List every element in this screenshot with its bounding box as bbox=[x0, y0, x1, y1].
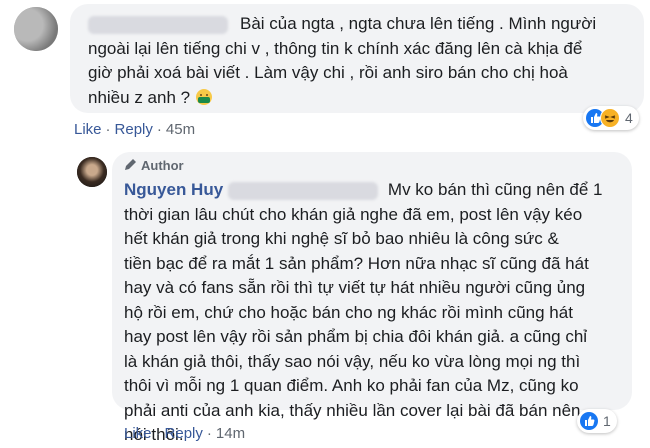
reply-link[interactable]: Reply bbox=[115, 121, 153, 138]
facepalm-emoji-icon bbox=[195, 88, 213, 106]
reply-actions: Like · Reply · 14m bbox=[124, 425, 246, 442]
reaction-count: 1 bbox=[603, 413, 611, 429]
timestamp[interactable]: 45m bbox=[166, 121, 195, 138]
reply-link[interactable]: Reply bbox=[165, 425, 203, 442]
author-name[interactable]: Nguyen Huy bbox=[124, 180, 223, 199]
reaction-count: 4 bbox=[625, 110, 633, 126]
reply-text: Nguyen Huy Mv ko bán thì cũng nên để 1 t… bbox=[124, 180, 603, 444]
like-link[interactable]: Like bbox=[124, 425, 152, 442]
blurred-commenter-name[interactable] bbox=[88, 15, 228, 34]
like-link[interactable]: Like bbox=[74, 121, 102, 138]
author-badge: Author bbox=[124, 158, 184, 173]
comment-actions: Like · Reply · 45m bbox=[74, 121, 196, 138]
timestamp[interactable]: 14m bbox=[216, 425, 245, 442]
reaction-summary[interactable]: 1 bbox=[577, 409, 617, 433]
commenter-avatar[interactable] bbox=[14, 7, 58, 51]
comment-text: Bài của ngta , ngta chưa lên tiếng . Mìn… bbox=[88, 14, 597, 107]
reaction-summary[interactable]: 4 bbox=[583, 106, 639, 130]
blurred-name-suffix bbox=[227, 181, 378, 200]
like-icon bbox=[580, 412, 598, 430]
author-avatar[interactable] bbox=[77, 157, 107, 187]
pencil-icon bbox=[124, 158, 137, 171]
haha-icon bbox=[600, 108, 620, 128]
